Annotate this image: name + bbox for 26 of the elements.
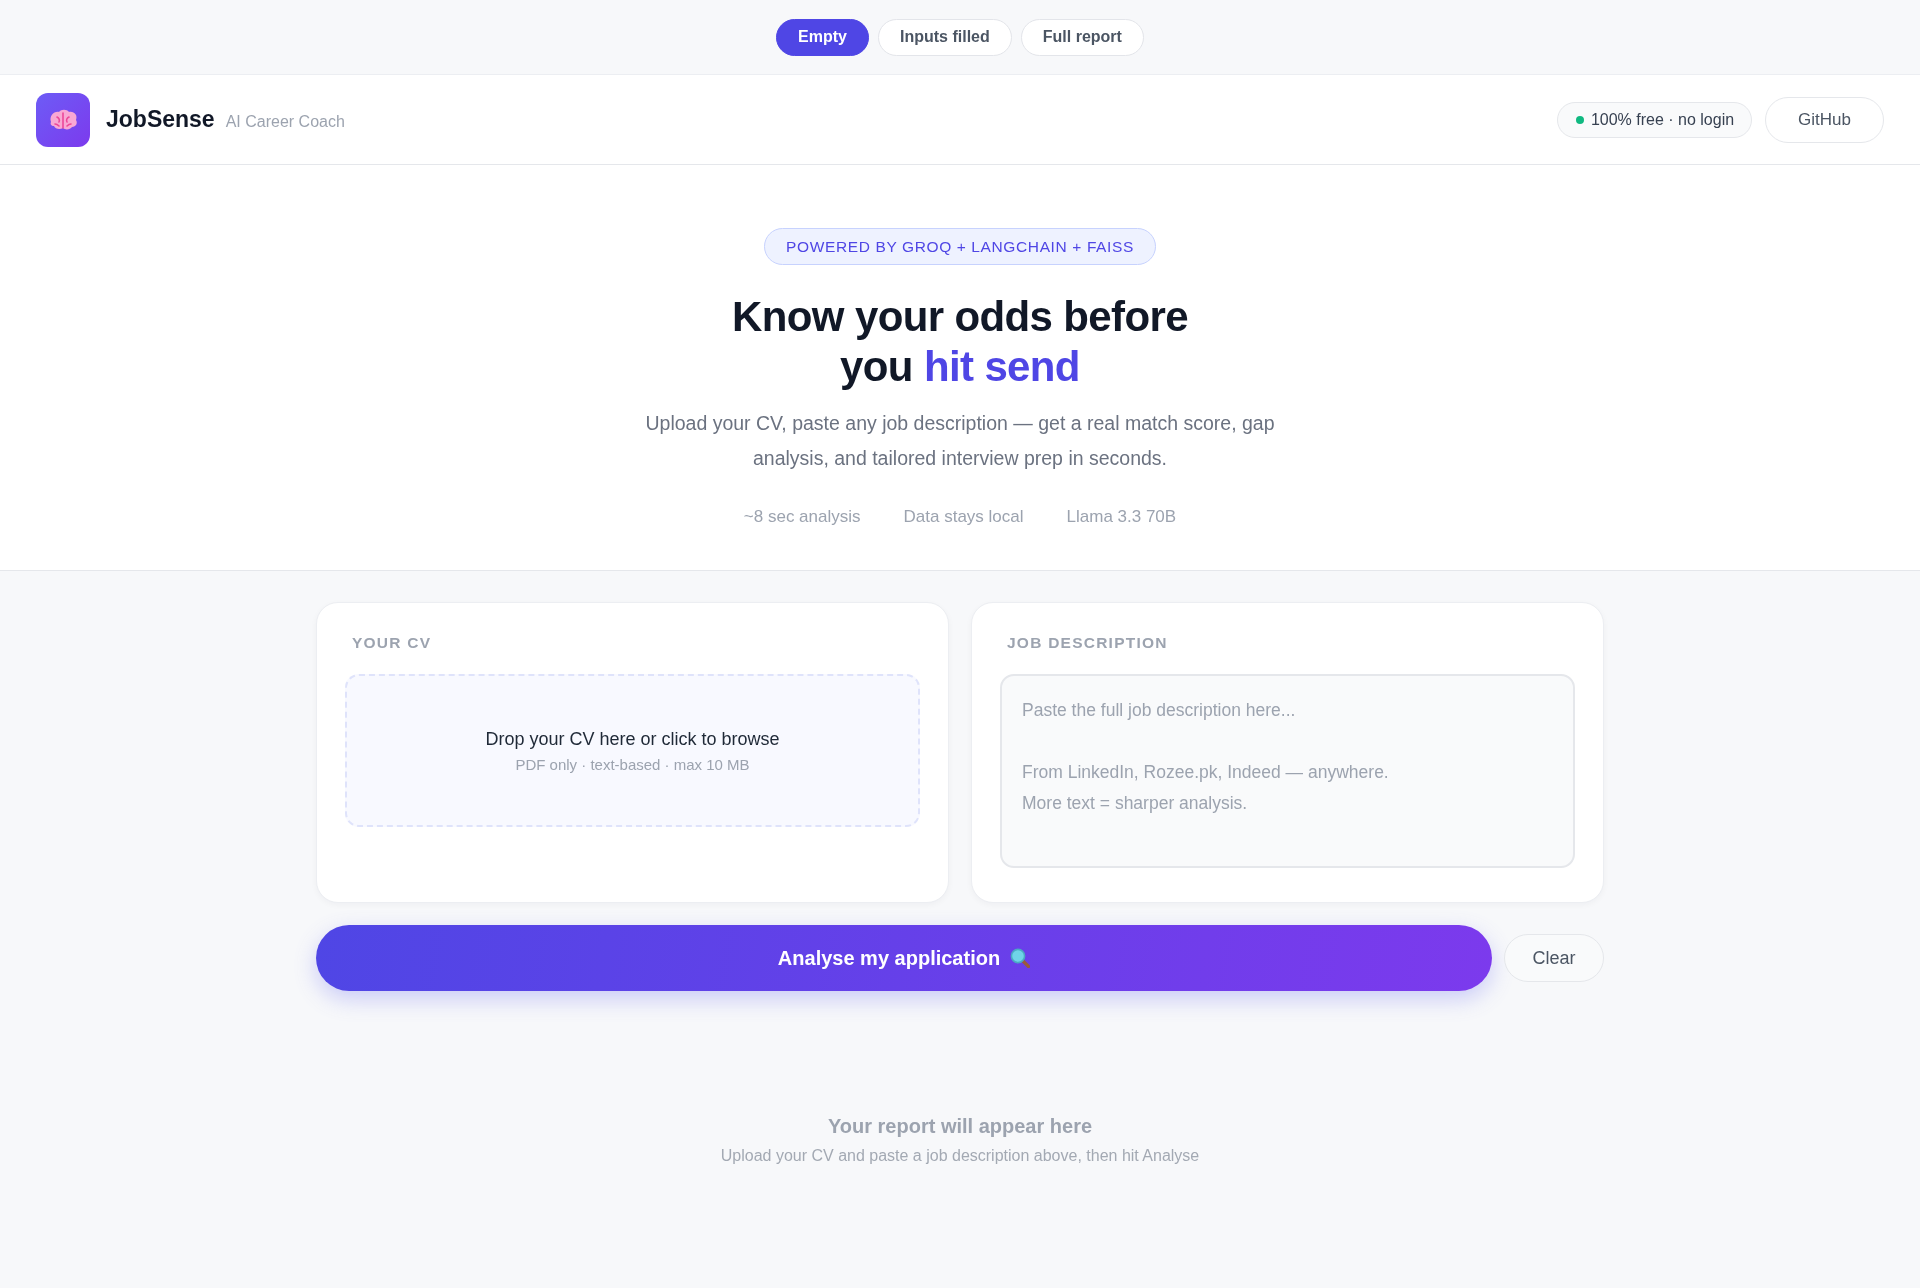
empty-report-title: Your report will appear here [827, 1114, 1093, 1139]
empty-report-hint: Upload your CV and paste a job description above, then hit Analyse [720, 1146, 1200, 1166]
feature-stat: Data stays local [903, 506, 1024, 528]
hero-subtitle: Upload your CV, paste any job description — get a real match score, gap analysis, and tailored interview prep in seconds. [644, 411, 1276, 471]
drop-zone-hint: PDF only · text-based · max 10 MB [515, 754, 750, 775]
job-description-field[interactable]: Paste the full job description here... From LinkedIn, Rozee.pk, Indeed — anywhere. More text = sharper analysis. [1000, 674, 1575, 868]
brain-icon [36, 92, 90, 147]
feature-stat: Llama 3.3 70B [1066, 506, 1177, 528]
brand-name: JobSense [106, 106, 215, 133]
card-label: YOUR CV [352, 634, 432, 652]
demo-tab[interactable]: Full report [1020, 18, 1144, 56]
analyse-button[interactable]: Analyse my application [316, 925, 1492, 991]
status-dot-icon [1575, 115, 1584, 124]
drop-zone-title: Drop your CV here or click to browse [485, 727, 780, 751]
feature-stat: ~8 sec analysis [743, 506, 861, 528]
headline: Know your odds before you hit send [731, 292, 1189, 392]
demo-tab[interactable]: Inputs filled [878, 18, 1012, 56]
brand-tagline: AI Career Coach [225, 112, 345, 131]
powered-by-badge: POWERED BY GROQ + LANGCHAIN + FAISS [764, 228, 1156, 265]
github-button[interactable]: GitHub [1765, 96, 1884, 143]
search-icon [1010, 948, 1031, 968]
clear-button[interactable]: Clear [1504, 934, 1604, 982]
card-label: JOB DESCRIPTION [1007, 634, 1168, 652]
file-drop-zone[interactable]: Drop your CV here or click to browse PDF only · text-based · max 10 MB [345, 674, 920, 827]
demo-tab[interactable]: Empty [776, 18, 869, 56]
status-label: 100% free · no login [1590, 110, 1735, 129]
